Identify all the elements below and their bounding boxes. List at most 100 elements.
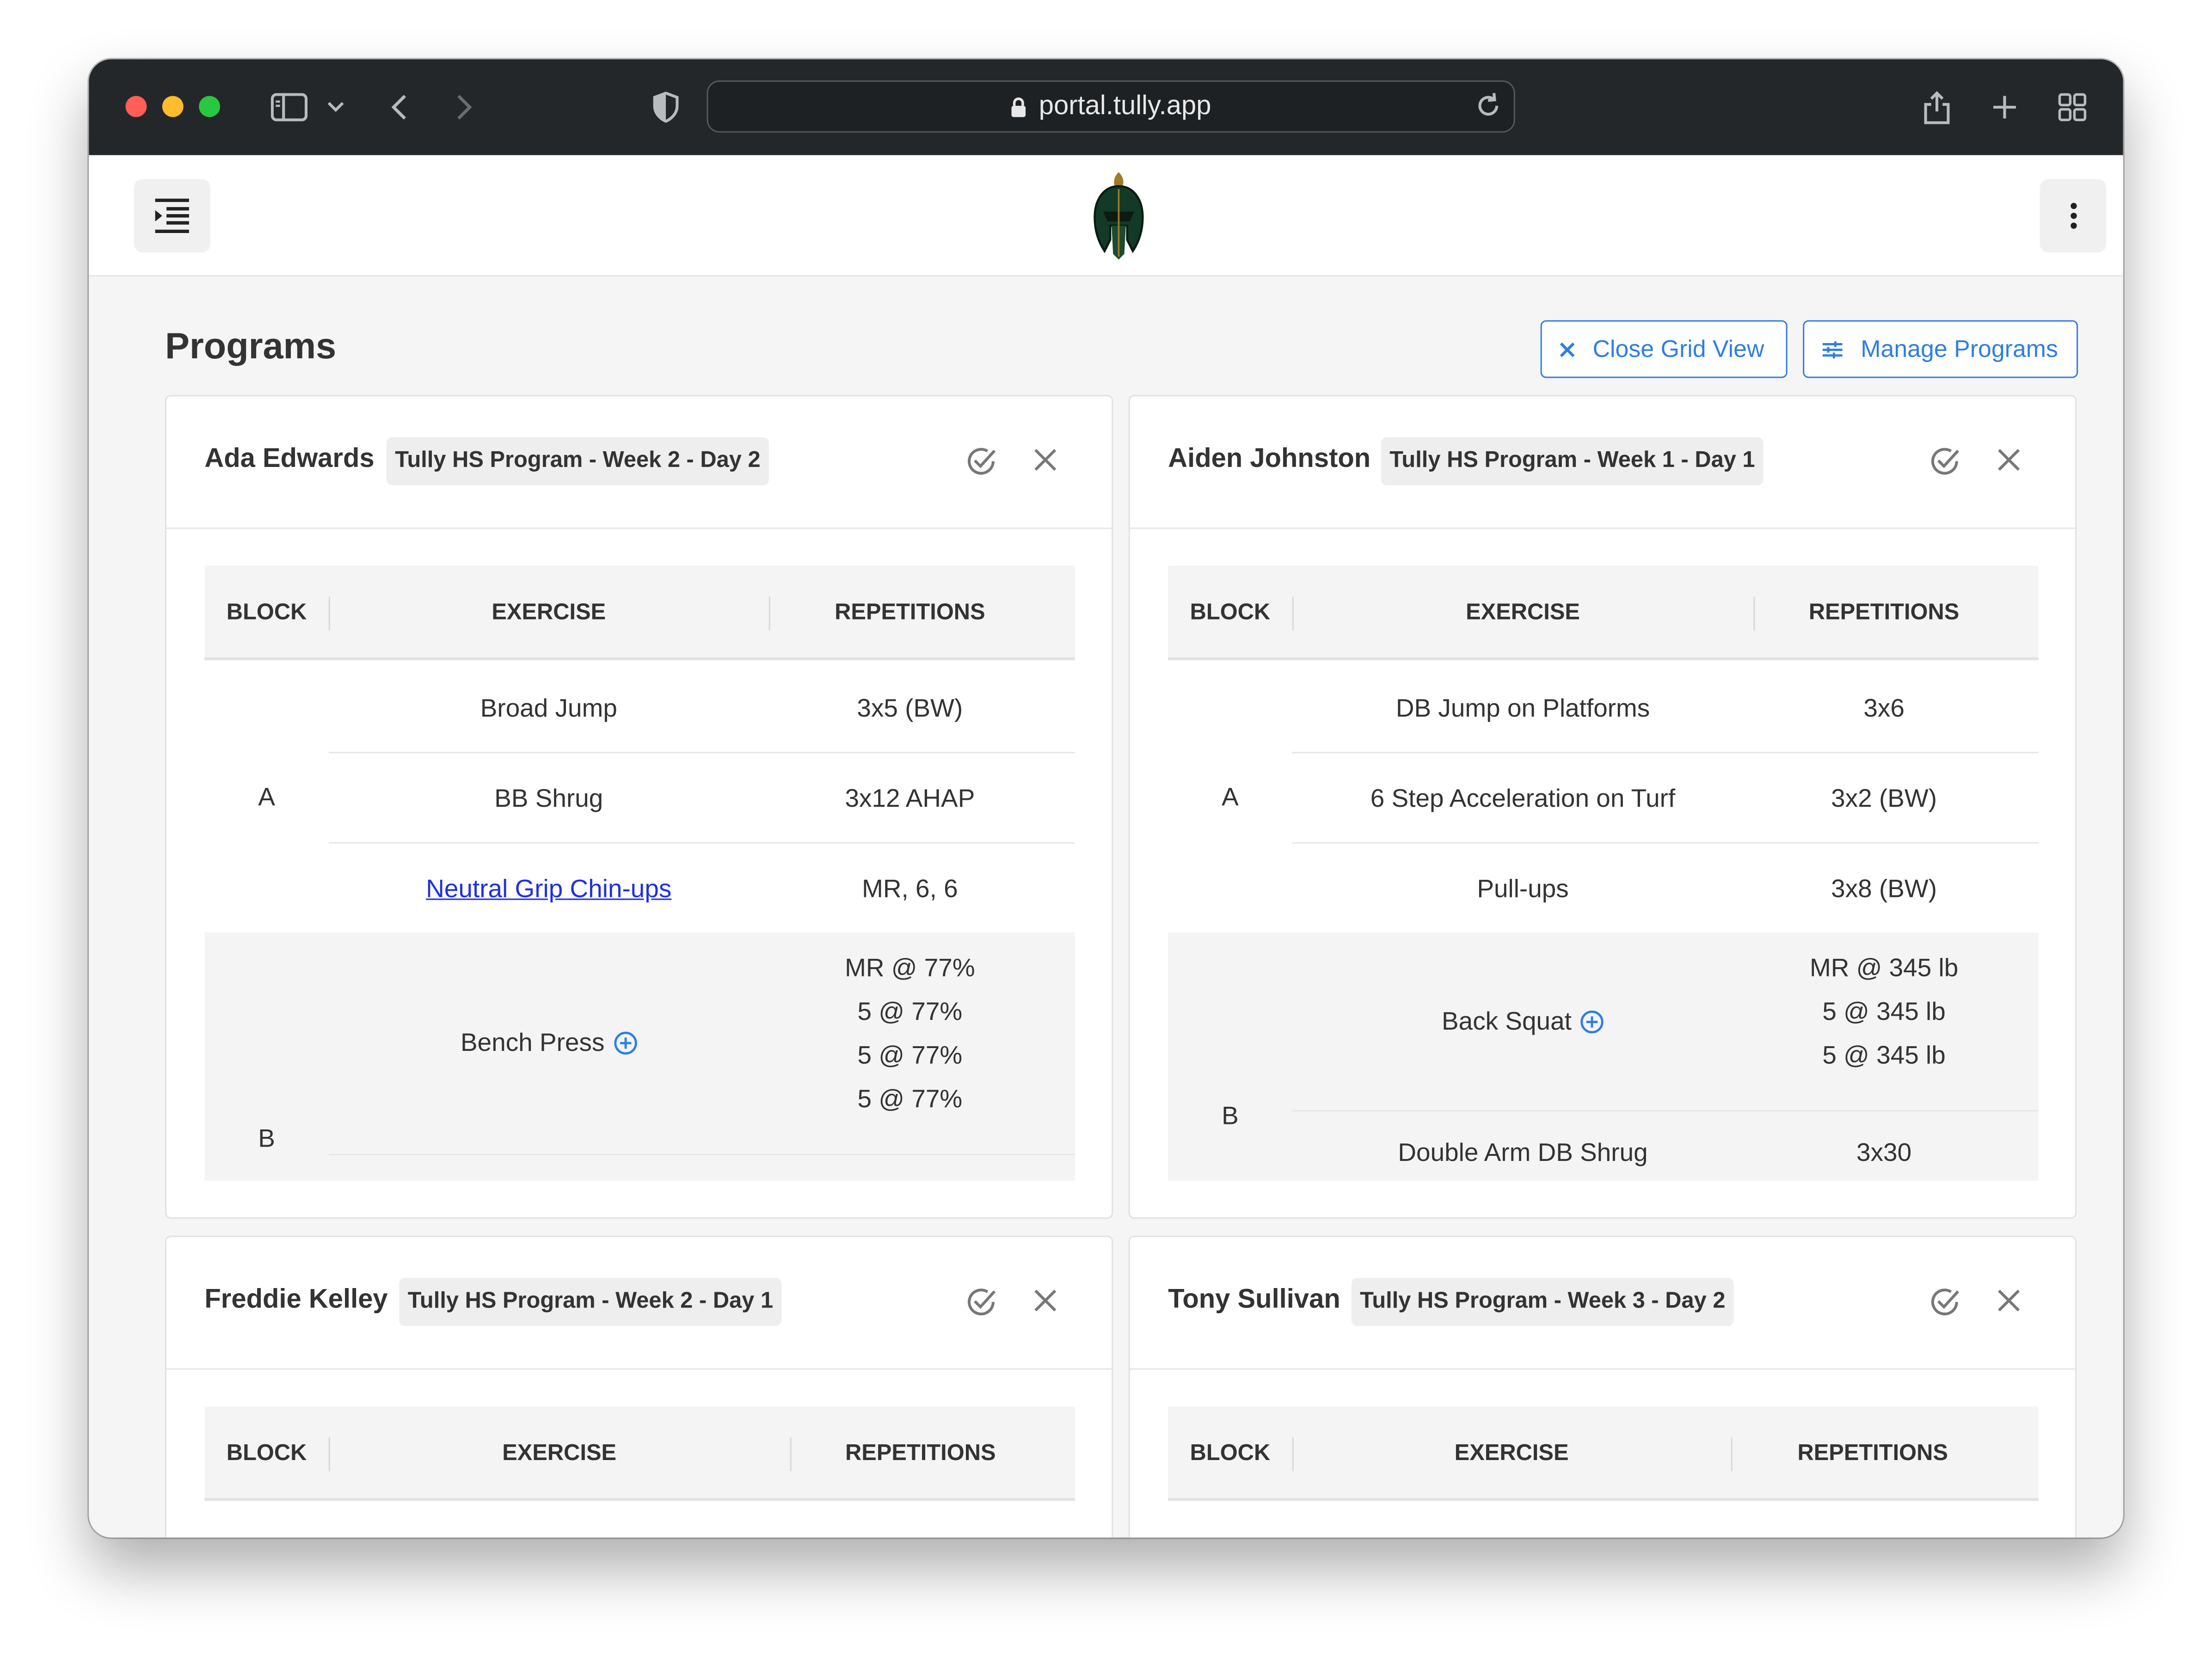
- repetitions-value: 3x5 (BW): [857, 693, 963, 722]
- browser-titlebar: portal.tully.app: [89, 59, 2123, 155]
- block-label: A: [258, 783, 275, 811]
- athlete-name: Tony Sullivan: [1168, 1285, 1340, 1315]
- exercise-name: Pull-ups: [1477, 874, 1569, 902]
- repetitions-value: 5 @ 77%: [857, 997, 963, 1026]
- repetitions-value: 3x8 (BW): [1831, 874, 1937, 902]
- browser-window: portal.tully.app Programs Close Grid Vie…: [89, 59, 2123, 1538]
- complete-check-icon[interactable]: [965, 444, 999, 485]
- complete-check-icon[interactable]: [1929, 444, 1962, 485]
- column-header-repetitions: REPETITIONS: [1808, 600, 1960, 625]
- program-card: Freddie Kelley Tully HS Program - Week 2…: [165, 1235, 1113, 1538]
- program-badge: Tully HS Program - Week 2 - Day 1: [399, 1278, 782, 1326]
- maximize-window-button[interactable]: [199, 96, 220, 117]
- tab-overview-icon[interactable]: [2055, 87, 2089, 127]
- back-icon[interactable]: [385, 87, 413, 127]
- card-header: Ada Edwards Tully HS Program - Week 2 - …: [166, 396, 1112, 529]
- exercise-name: BB Shrug: [494, 783, 603, 812]
- forward-icon[interactable]: [450, 87, 478, 127]
- complete-check-icon[interactable]: [965, 1285, 999, 1326]
- column-header-repetitions: REPETITIONS: [835, 600, 985, 625]
- shield-icon[interactable]: [651, 87, 682, 127]
- column-header-repetitions: REPETITIONS: [845, 1441, 996, 1465]
- add-circle-icon[interactable]: [1580, 1009, 1604, 1033]
- manage-programs-button[interactable]: Manage Programs: [1803, 320, 2078, 378]
- remove-card-icon[interactable]: [1996, 1288, 2022, 1320]
- exercise-name: Back Squat: [1442, 1006, 1572, 1035]
- column-header-exercise: EXERCISE: [502, 1441, 617, 1465]
- repetitions-value: 5 @ 345 lb: [1822, 1041, 1946, 1069]
- spartan-helmet-logo: [1094, 172, 1144, 260]
- exercise-name: Double Arm DB Shrug: [1398, 1137, 1648, 1166]
- add-circle-icon[interactable]: [613, 1031, 637, 1055]
- repetitions-value: MR @ 345 lb: [1809, 953, 1959, 982]
- table-header: BLOCK EXERCISE REPETITIONS: [204, 565, 1075, 660]
- table-header: BLOCK EXERCISE REPETITIONS: [204, 1406, 1075, 1501]
- column-header-exercise: EXERCISE: [1454, 1441, 1569, 1465]
- exercise-name: 6 Step Acceleration on Turf: [1370, 783, 1676, 812]
- exercise-name-with-icon: Back Squat: [1292, 933, 1754, 1110]
- main-content: Programs Close Grid View Manage Programs…: [89, 276, 2123, 1538]
- block-label: B: [1222, 1101, 1239, 1129]
- column-header-repetitions: REPETITIONS: [1797, 1441, 1948, 1465]
- repetitions-value: 5 @ 345 lb: [1822, 997, 1946, 1026]
- repetitions-value: MR @ 77%: [845, 953, 975, 982]
- repetitions-value: 3x12 AHAP: [845, 783, 975, 812]
- repetitions-list: MR @ 77% 5 @ 77% 5 @ 77% 5 @ 77%: [769, 946, 1051, 1121]
- new-tab-icon[interactable]: [1988, 87, 2022, 127]
- minimize-window-button[interactable]: [162, 96, 184, 117]
- column-header-block: BLOCK: [226, 600, 307, 625]
- exercise-video-link[interactable]: Neutral Grip Chin-ups: [426, 874, 671, 903]
- indent-menu-icon: [155, 198, 189, 233]
- exercise-name: Broad Jump: [480, 693, 617, 722]
- column-header-exercise: EXERCISE: [492, 600, 606, 625]
- table-header: BLOCK EXERCISE REPETITIONS: [1168, 565, 2039, 660]
- close-icon: [1560, 342, 1575, 357]
- exercise-name: DB Jump on Platforms: [1395, 693, 1650, 722]
- chevron-down-icon[interactable]: [325, 87, 347, 127]
- athlete-name: Ada Edwards: [204, 444, 375, 474]
- repetitions-value: MR, 6, 6: [862, 874, 958, 902]
- remove-card-icon[interactable]: [1032, 1288, 1058, 1320]
- remove-card-icon[interactable]: [1996, 447, 2022, 479]
- repetitions-value: 5 @ 77%: [857, 1085, 963, 1113]
- program-badge: Tully HS Program - Week 2 - Day 2: [386, 437, 769, 485]
- exercise-link-wrapper: Neutral Grip Chin-ups: [329, 843, 769, 933]
- repetitions-value: 3x2 (BW): [1831, 783, 1937, 812]
- kebab-menu-icon: [2070, 203, 2077, 229]
- url-text: portal.tully.app: [1038, 91, 1211, 121]
- close-grid-view-label: Close Grid View: [1592, 335, 1764, 362]
- program-badge: Tully HS Program - Week 3 - Day 2: [1351, 1278, 1734, 1326]
- sliders-icon: [1822, 340, 1843, 358]
- close-grid-view-button[interactable]: Close Grid View: [1540, 320, 1788, 378]
- column-header-exercise: EXERCISE: [1466, 600, 1580, 625]
- repetitions-value: 3x30: [1856, 1137, 1912, 1166]
- address-bar[interactable]: portal.tully.app: [707, 80, 1515, 133]
- column-header-block: BLOCK: [226, 1441, 307, 1465]
- repetitions-value: 5 @ 77%: [857, 1041, 963, 1069]
- repetitions-list: MR @ 345 lb 5 @ 345 lb 5 @ 345 lb: [1753, 946, 2014, 1078]
- card-header: Freddie Kelley Tully HS Program - Week 2…: [166, 1237, 1112, 1370]
- complete-check-icon[interactable]: [1929, 1285, 1962, 1326]
- close-window-button[interactable]: [125, 96, 147, 117]
- share-icon[interactable]: [1920, 87, 1954, 127]
- manage-programs-label: Manage Programs: [1861, 335, 2058, 362]
- page-title: Programs: [165, 324, 337, 367]
- column-header-block: BLOCK: [1190, 600, 1271, 625]
- menu-toggle-button[interactable]: [134, 179, 210, 253]
- program-card: Tony Sullivan Tully HS Program - Week 3 …: [1128, 1235, 2077, 1538]
- more-options-button[interactable]: [2040, 179, 2107, 253]
- athlete-name: Aiden Johnston: [1168, 444, 1371, 474]
- sidebar-toggle-icon[interactable]: [270, 87, 309, 127]
- exercise-name: Bench Press: [461, 1027, 605, 1056]
- program-card: Ada Edwards Tully HS Program - Week 2 - …: [165, 395, 1113, 1219]
- card-header: Aiden Johnston Tully HS Program - Week 1…: [1130, 396, 2076, 529]
- program-badge: Tully HS Program - Week 1 - Day 1: [1381, 437, 1763, 485]
- card-header: Tony Sullivan Tully HS Program - Week 3 …: [1130, 1237, 2076, 1370]
- remove-card-icon[interactable]: [1032, 447, 1058, 479]
- app-header: [89, 155, 2123, 276]
- reload-icon[interactable]: [1474, 90, 1502, 129]
- column-header-block: BLOCK: [1190, 1441, 1271, 1465]
- lock-icon: [1012, 97, 1026, 117]
- exercise-name-with-icon: Bench Press: [329, 933, 769, 1153]
- table-header: BLOCK EXERCISE REPETITIONS: [1168, 1406, 2039, 1501]
